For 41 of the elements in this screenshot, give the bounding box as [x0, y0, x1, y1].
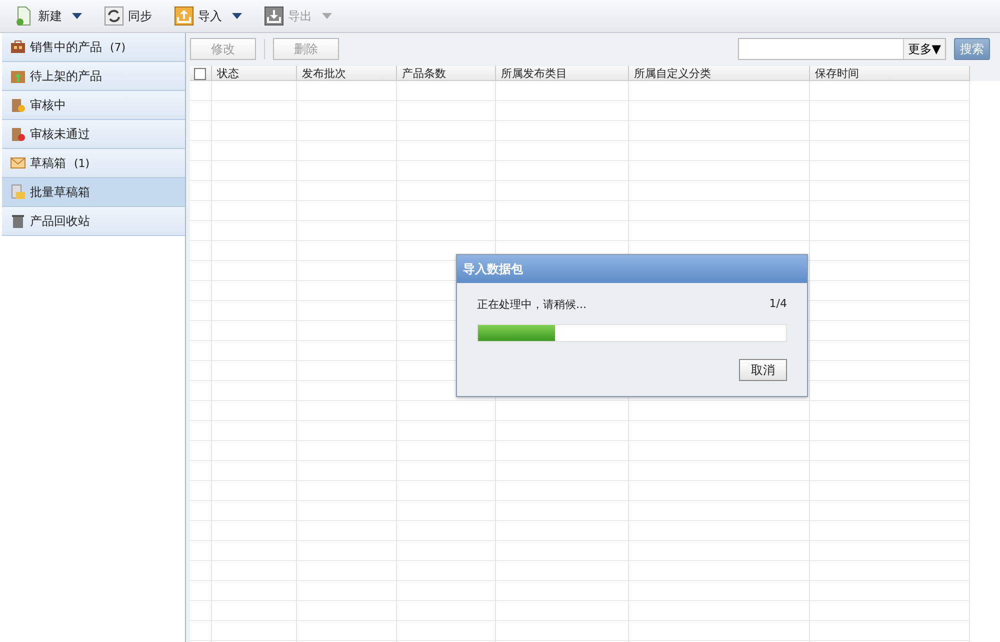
upload-tray-icon — [174, 6, 194, 26]
status-message: 正在处理中，请稍候... — [477, 297, 586, 312]
sidebar-item[interactable]: 待上架的产品 — [2, 62, 185, 91]
cancel-button[interactable]: 取消 — [739, 359, 787, 381]
column-header: 产品条数 — [397, 66, 496, 81]
item-count: (1) — [74, 156, 90, 170]
trash-icon — [10, 213, 26, 229]
sidebar-item[interactable]: 产品回收站 — [2, 207, 185, 236]
sidebar-label: 审核中 — [30, 96, 66, 114]
sidebar-label: 待上架的产品 — [30, 68, 102, 84]
briefcase-icon — [10, 39, 26, 55]
sidebar-label: 审核未通过 — [30, 126, 90, 142]
search-field[interactable]: 更多▼ — [738, 38, 946, 60]
download-tray-icon — [264, 6, 284, 26]
sidebar-label: 销售中的产品 — [30, 38, 102, 56]
clipboard-folder-icon — [10, 184, 26, 200]
column-header: 发布批次 — [297, 66, 397, 81]
column-header: 保存时间 — [810, 66, 970, 81]
sidebar-item[interactable]: 草稿箱 (1) — [2, 149, 185, 178]
clipboard-info-icon — [10, 97, 26, 113]
select-all-checkbox[interactable] — [194, 68, 206, 80]
column-header: 状态 — [212, 66, 297, 81]
envelope-icon — [10, 155, 26, 171]
sync-icon — [104, 6, 124, 26]
sidebar-item[interactable]: 审核中 — [2, 91, 185, 120]
sidebar-item[interactable]: 审核未通过 — [2, 120, 185, 149]
sidebar-item[interactable]: 销售中的产品 (7) — [2, 33, 185, 62]
clipboard-error-icon — [10, 126, 26, 142]
sidebar-item[interactable]: 批量草稿箱 — [2, 178, 185, 207]
more-dropdown[interactable]: 更多▼ — [902, 39, 945, 59]
column-header: 所属发布类目 — [496, 66, 629, 81]
progress-count: 1/4 — [769, 297, 787, 312]
item-count: (7) — [110, 40, 126, 54]
sidebar-label: 草稿箱 — [30, 154, 66, 172]
toolbar-button[interactable]: 新建 — [10, 6, 86, 26]
sidebar-label: 产品回收站 — [30, 212, 90, 230]
dialog-title: 导入数据包 — [457, 255, 807, 283]
toolbar-button[interactable]: 导入 — [170, 6, 246, 26]
toolbar-button[interactable]: 同步 — [100, 6, 156, 26]
sidebar-label: 批量草稿箱 — [30, 184, 90, 200]
column-header: 所属自定义分类 — [629, 66, 810, 81]
